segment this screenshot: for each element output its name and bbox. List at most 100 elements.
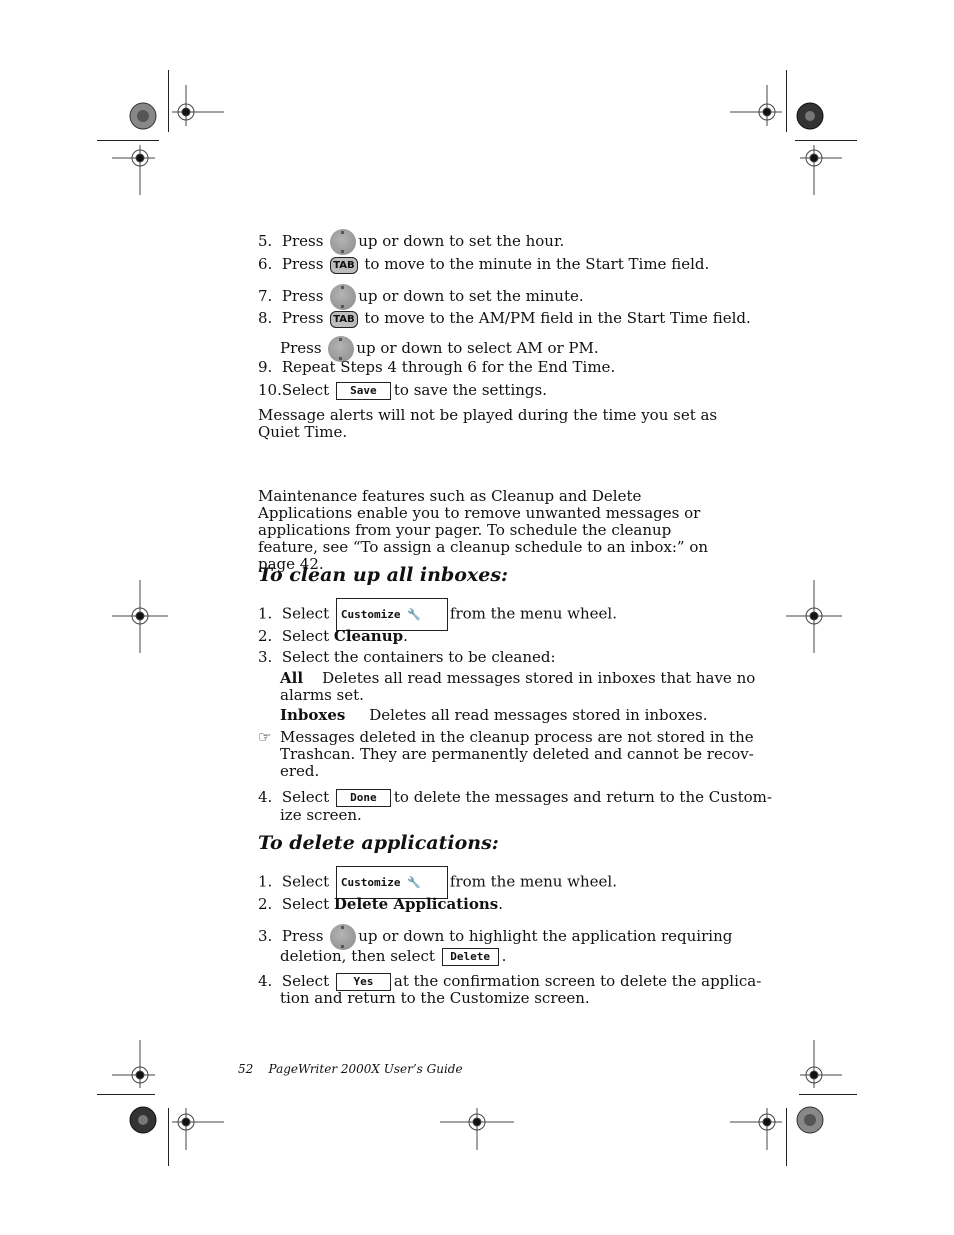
- delete-softkey: Delete: [441, 948, 499, 966]
- wrench-icon: 🔧: [407, 876, 421, 889]
- step-text: Select: [281, 381, 330, 399]
- cleanup-heading: To clean up all inboxes:: [258, 564, 509, 586]
- step-row: 3. Select the containers to be cleaned:: [258, 649, 556, 666]
- step-cont: tion and return to the Customize screen.: [280, 989, 590, 1007]
- step-text: Select: [281, 604, 330, 623]
- step-text: .: [403, 627, 408, 645]
- step-text: Press: [281, 309, 324, 327]
- step-text: from the menu wheel.: [449, 872, 617, 891]
- step-number: 10.: [258, 381, 282, 399]
- target-icon: [730, 85, 782, 126]
- step-row: 8. Press TAB to move to the AM/PM field …: [258, 310, 751, 328]
- customize-label: Customize: [340, 876, 401, 889]
- option-inboxes: Inboxes Deletes all read messages stored…: [280, 707, 708, 724]
- step-row: 5. Press up or down to set the hour.: [258, 229, 564, 255]
- step-text: Press: [281, 927, 324, 945]
- step-row: 9. Repeat Steps 4 through 6 for the End …: [258, 359, 615, 376]
- page-number: 52: [238, 1062, 254, 1076]
- step-text: Select: [281, 872, 330, 891]
- step-number: 4.: [258, 788, 273, 806]
- step-text: .: [501, 947, 507, 965]
- step-row: 10.Select Save to save the settings.: [258, 382, 547, 400]
- step-text: up or down to select AM or PM.: [356, 339, 599, 357]
- step-number: 6.: [258, 255, 273, 273]
- step-text: up or down to set the minute.: [358, 287, 584, 305]
- menu-option-name: Delete Applications: [333, 895, 499, 913]
- target-icon: [730, 1108, 782, 1150]
- step-cont: ize screen.: [280, 806, 362, 824]
- customize-label: Customize: [340, 608, 401, 621]
- target-icon: [800, 1040, 842, 1088]
- step-text: up or down to set the hour.: [358, 232, 565, 250]
- note-line: ered.: [280, 762, 320, 780]
- wrench-icon: 🔧: [407, 608, 421, 621]
- step-number: 1.: [258, 604, 273, 623]
- tab-key-icon: TAB: [330, 310, 358, 328]
- step-text: at the confirmation screen to delete the…: [393, 972, 762, 990]
- target-icon: [172, 1108, 224, 1150]
- save-softkey: Save: [335, 382, 391, 400]
- option-description: Deletes all read messages stored in inbo…: [369, 706, 708, 724]
- step-number: 1.: [258, 872, 273, 891]
- delete-apps-heading: To delete applications:: [258, 832, 499, 854]
- step-text: up or down to highlight the application …: [358, 927, 733, 945]
- step-cont: deletion, then select Delete.: [280, 948, 506, 966]
- step-row: 7. Press up or down to set the minute.: [258, 284, 584, 310]
- tab-key-icon: TAB: [330, 256, 358, 274]
- starburst-icon: [796, 102, 824, 130]
- step-text: Select: [281, 788, 330, 806]
- step-number: 2.: [258, 895, 273, 913]
- step-text: Press: [281, 287, 324, 305]
- step-text: Press: [281, 232, 324, 250]
- quiet-time-note: Message alerts will not be played during…: [258, 406, 718, 441]
- target-icon: [786, 580, 842, 653]
- step-text: Press: [281, 255, 324, 273]
- step-text: Select: [281, 627, 330, 645]
- done-softkey: Done: [335, 789, 391, 807]
- note-line: Messages deleted in the cleanup process …: [280, 728, 754, 746]
- step-number: 5.: [258, 232, 273, 250]
- step-row: 2. Select Delete Applications.: [258, 896, 503, 913]
- starburst-icon: [129, 1106, 157, 1134]
- page-footer: 52 PageWriter 2000X User’s Guide: [238, 1062, 463, 1076]
- starburst-icon: [129, 102, 157, 130]
- step-number: 9.: [258, 358, 273, 376]
- step-text: deletion, then select: [280, 947, 435, 965]
- step-text: from the menu wheel.: [449, 604, 617, 623]
- step-number: 4.: [258, 972, 273, 990]
- menu-option-name: Cleanup: [333, 627, 404, 645]
- step-row: 6. Press TAB to move to the minute in th…: [258, 256, 709, 274]
- step-number: 7.: [258, 287, 273, 305]
- option-label: All: [280, 669, 304, 687]
- step-row: 4. Select Done to delete the messages and…: [258, 789, 772, 807]
- starburst-icon: [796, 1106, 824, 1134]
- step-text: Select the containers to be cleaned:: [281, 648, 556, 666]
- step-text: Select: [281, 972, 330, 990]
- step-text: .: [498, 895, 504, 913]
- target-icon: [800, 145, 842, 195]
- maintenance-intro: Maintenance features such as Cleanup and…: [258, 487, 709, 573]
- option-all: All Deletes all read messages stored in …: [280, 670, 755, 687]
- step-number: 3.: [258, 927, 273, 945]
- target-icon: [440, 1108, 514, 1150]
- step-number: 2.: [258, 627, 273, 645]
- target-icon: [172, 85, 224, 126]
- navigation-button-icon: [330, 229, 357, 255]
- target-icon: [112, 580, 168, 653]
- step-text: Press: [280, 339, 322, 357]
- note-line: Trashcan. They are permanently deleted a…: [280, 745, 754, 763]
- step-number: 8.: [258, 309, 273, 327]
- step-text: to save the settings.: [393, 381, 547, 399]
- note-hand-icon: ☞: [258, 728, 272, 746]
- step-text: Select: [281, 895, 330, 913]
- step-row: 2. Select Cleanup.: [258, 628, 408, 645]
- navigation-button-icon: [330, 284, 357, 310]
- option-description: Deletes all read messages stored in inbo…: [322, 669, 756, 687]
- step-text: to delete the messages and return to the…: [393, 788, 772, 806]
- guide-title: PageWriter 2000X User’s Guide: [268, 1062, 463, 1076]
- option-all-cont: alarms set.: [280, 686, 364, 704]
- step-text: to move to the AM/PM field in the Start …: [364, 309, 751, 327]
- step-text: to move to the minute in the Start Time …: [364, 255, 710, 273]
- target-icon: [112, 1040, 155, 1088]
- target-icon: [112, 145, 155, 195]
